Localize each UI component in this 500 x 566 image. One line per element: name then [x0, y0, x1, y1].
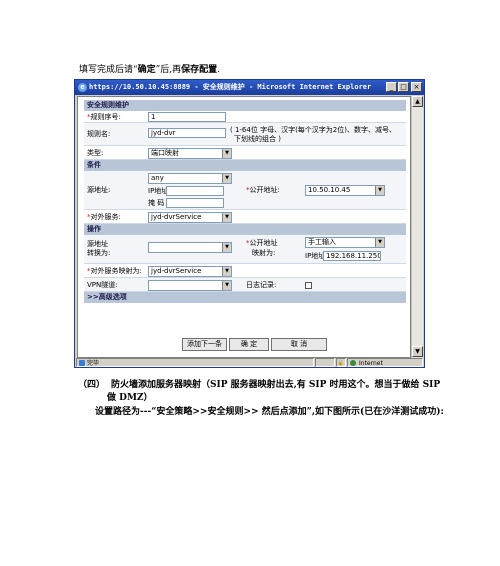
vpn-label: VPN隧道:: [87, 281, 118, 289]
status-bar: 完毕 🔒 Internet: [75, 358, 424, 367]
path-text: 设置路径为---“安全策略>>安全规则>> 然后点添加”,如下图所示(已在沙洋测…: [95, 407, 444, 417]
lock-icon: 🔒: [336, 358, 346, 367]
intro-pre: 填写完成后请“: [79, 65, 138, 75]
intro-bold-save: 保存配置: [181, 65, 218, 75]
row-service-map: *对外服务映射为: jyd-dvrService ▼: [84, 264, 406, 278]
chevron-down-icon: ▼: [375, 186, 384, 195]
cancel-button[interactable]: 取 消: [271, 338, 327, 351]
intro-end: .: [217, 65, 220, 75]
form-title: 安全规则维护: [84, 100, 406, 111]
add-next-button[interactable]: 添加下一条: [182, 338, 227, 351]
public-map-label-2: 映射为:: [252, 249, 276, 257]
row-translation: 源地址 转换为: ▼ *公开地址 映射为: 手工输入 ▼ IP地址 192.16…: [84, 235, 406, 264]
status-done-cell: 完毕: [76, 358, 314, 367]
service-map-select[interactable]: jyd-dvrService ▼: [148, 266, 232, 277]
status-done-text: 完毕: [87, 360, 100, 367]
public-address-value: 10.50.10.45: [308, 186, 351, 194]
map-ip-input[interactable]: 192.168.11.250: [323, 251, 381, 261]
source-select-value: any: [151, 174, 164, 182]
vpn-select[interactable]: ▼: [148, 280, 232, 291]
section-number: （四）: [78, 380, 106, 390]
ok-button[interactable]: 确 定: [229, 338, 269, 351]
source-select[interactable]: any ▼: [148, 173, 232, 184]
source-translate-label-1: 源地址: [87, 240, 108, 248]
chevron-down-icon: ▼: [222, 243, 231, 252]
page-icon: [79, 360, 85, 366]
source-mask-label: 掩 码: [148, 199, 165, 207]
source-translate-select[interactable]: ▼: [148, 242, 232, 253]
section-heading-cont: 做 DMZ）: [107, 393, 153, 403]
external-service-select[interactable]: jyd-dvrService ▼: [148, 212, 232, 223]
chevron-down-icon: ▼: [222, 213, 231, 222]
close-button[interactable]: ×: [411, 82, 422, 92]
maximize-button[interactable]: □: [398, 82, 409, 92]
section-text: 防火墙添加服务器映射（SIP 服务器映射出去,有 SIP 时用这个。想当于做给 …: [111, 380, 441, 390]
globe-icon: [350, 360, 356, 366]
ie-window: e https://10.50.10.45:8889 - 安全规则维护 - Mi…: [74, 79, 425, 368]
log-label: 日志记录:: [246, 281, 277, 289]
scroll-down-icon[interactable]: ▼: [412, 346, 423, 357]
ie-icon: e: [78, 83, 87, 92]
row-type: 类型: 端口映射 ▼: [84, 146, 406, 160]
external-service-value: jyd-dvrService: [151, 213, 202, 221]
type-select[interactable]: 端口映射 ▼: [148, 148, 232, 159]
intro-text: 填写完成后请“确定”后,再保存配置.: [79, 62, 220, 75]
intro-mid: ”后,再: [155, 65, 182, 75]
status-zone-text: Internet: [359, 360, 383, 367]
public-map-label-1: *公开地址: [246, 239, 278, 247]
row-rule-name: 规则名: jyd-dvr ( 1-64位 字母、汉字(每个汉字为2位)、数字、减…: [84, 123, 406, 146]
log-checkbox[interactable]: [305, 282, 312, 289]
vertical-scrollbar[interactable]: ▲ ▼: [411, 96, 423, 358]
type-select-value: 端口映射: [151, 149, 179, 157]
rule-no-input[interactable]: 1: [148, 112, 226, 122]
intro-bold-ok: 确定: [137, 65, 156, 75]
section-heading: （四） 防火墙添加服务器映射（SIP 服务器映射出去,有 SIP 时用这个。想当于…: [78, 377, 440, 390]
status-zone-cell: Internet: [347, 358, 423, 367]
advanced-options-toggle[interactable]: >>高级选项: [84, 292, 406, 303]
minimize-button[interactable]: _: [386, 82, 397, 92]
source-label: 源地址:: [87, 186, 111, 194]
rule-name-hint-2: 下划线的组合 ): [234, 135, 281, 143]
window-titlebar: e https://10.50.10.45:8889 - 安全规则维护 - Mi…: [75, 80, 424, 95]
page-content: 安全规则维护 *规则序号: 1 规则名: jyd-dvr ( 1-64位 字母、…: [77, 96, 411, 358]
status-cell-empty: [315, 358, 335, 367]
row-rule-no: *规则序号: 1: [84, 111, 406, 123]
operations-header: 操作: [84, 224, 406, 235]
rule-no-label: *规则序号:: [87, 113, 121, 121]
source-ip-input[interactable]: [166, 186, 224, 196]
source-translate-label-2: 转换为:: [87, 249, 111, 257]
window-title: https://10.50.10.45:8889 - 安全规则维护 - Micr…: [89, 83, 372, 91]
public-address-label: *公开地址:: [246, 186, 280, 194]
row-external-service: *对外服务: jyd-dvrService ▼: [84, 210, 406, 224]
rule-name-hint-1: ( 1-64位 字母、汉字(每个汉字为2位)、数字、减号、: [230, 126, 396, 134]
chevron-down-icon: ▼: [222, 267, 231, 276]
public-map-select[interactable]: 手工输入 ▼: [305, 237, 385, 248]
chevron-down-icon: ▼: [375, 238, 384, 247]
conditions-header: 条件: [84, 160, 406, 171]
service-map-label: *对外服务映射为:: [87, 267, 142, 275]
chevron-down-icon: ▼: [222, 174, 231, 183]
rule-name-label: 规则名:: [87, 130, 111, 138]
rule-name-input[interactable]: jyd-dvr: [148, 128, 226, 138]
public-map-value: 手工输入: [308, 238, 336, 246]
service-map-value: jyd-dvrService: [151, 267, 202, 275]
source-mask-input[interactable]: [166, 198, 224, 208]
type-label: 类型:: [87, 149, 104, 157]
scroll-up-icon[interactable]: ▲: [412, 96, 423, 107]
row-source: 源地址: any ▼ IP地址 掩 码 *公开地址: 10.50.10.45 ▼: [84, 171, 406, 210]
chevron-down-icon: ▼: [222, 281, 231, 290]
row-vpn-log: VPN隧道: ▼ 日志记录:: [84, 278, 406, 292]
public-address-select[interactable]: 10.50.10.45 ▼: [305, 185, 385, 196]
chevron-down-icon: ▼: [222, 149, 231, 158]
external-service-label: *对外服务:: [87, 213, 121, 221]
